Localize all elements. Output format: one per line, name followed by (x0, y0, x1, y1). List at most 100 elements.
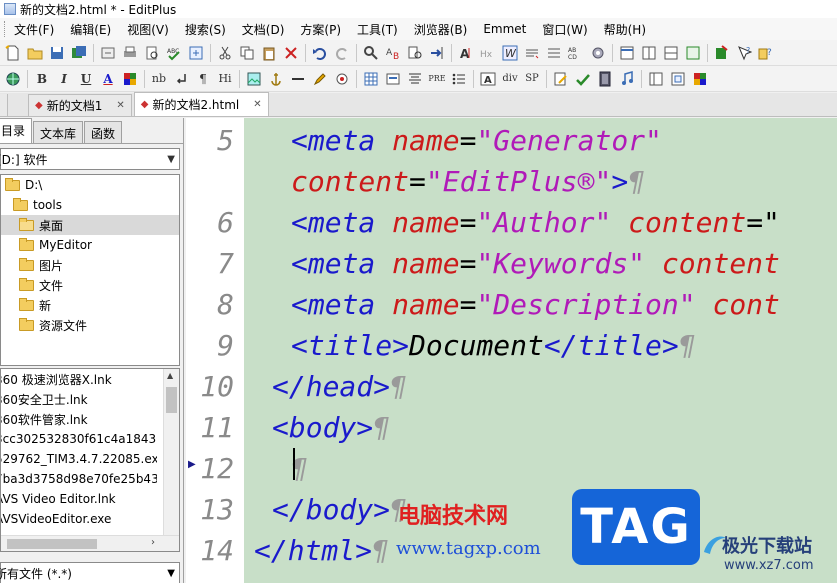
cliptext-icon[interactable] (711, 42, 733, 64)
code-line[interactable]: 6 <meta name="Author" content=" (186, 202, 837, 243)
code-line[interactable]: 12 ¶ (186, 448, 837, 489)
goto-line-icon[interactable] (426, 42, 448, 64)
save-all-icon[interactable] (68, 42, 90, 64)
list-item[interactable]: 529762_TIM3.4.7.22085.exe (1, 449, 157, 469)
tree-item[interactable]: 图片 (1, 255, 179, 275)
settings-icon[interactable] (587, 42, 609, 64)
menu-file[interactable]: 文件(F) (14, 19, 54, 40)
code-line[interactable]: 5 <meta name="Generator" (186, 120, 837, 161)
print-preview-icon[interactable] (141, 42, 163, 64)
tree-item[interactable]: 资源文件 (1, 315, 179, 335)
menu-document[interactable]: 文档(D) (242, 19, 285, 40)
window-split-icon[interactable] (660, 42, 682, 64)
tab-directory[interactable]: 目录 (0, 118, 33, 143)
horizontal-rule-icon[interactable] (287, 68, 309, 90)
find-in-files-icon[interactable] (404, 42, 426, 64)
media-icon[interactable] (594, 68, 616, 90)
tree-item[interactable]: 文件 (1, 275, 179, 295)
code-line[interactable]: content="EditPlus®">¶ (186, 161, 837, 202)
file-list-horizontal-scrollbar[interactable]: › (1, 535, 179, 551)
window-cascade-icon[interactable] (638, 42, 660, 64)
nbsp-button[interactable]: nb (148, 68, 170, 90)
find-icon[interactable] (360, 42, 382, 64)
span-button[interactable]: SP (521, 68, 543, 90)
menu-emmet[interactable]: Emmet (483, 20, 526, 38)
save-icon[interactable] (46, 42, 68, 64)
file-list-vertical-scrollbar[interactable]: ▲ (163, 369, 179, 537)
abcd-icon[interactable]: AB CD (565, 42, 587, 64)
list-item[interactable]: AVS Video Editor.lnk (1, 489, 157, 509)
user-tools-icon[interactable]: ? (755, 42, 777, 64)
tree-item[interactable]: 新 (1, 295, 179, 315)
tree-item[interactable]: D:\ (1, 175, 179, 195)
paragraph-button[interactable]: ¶ (192, 68, 214, 90)
menu-tools[interactable]: 工具(T) (357, 19, 398, 40)
scrollbar-thumb[interactable] (166, 387, 177, 413)
music-icon[interactable] (616, 68, 638, 90)
copy-icon[interactable] (236, 42, 258, 64)
menu-view[interactable]: 视图(V) (127, 19, 169, 40)
code-line[interactable]: 10 </head>¶ (186, 366, 837, 407)
color-palette-icon[interactable] (119, 68, 141, 90)
line-break-icon[interactable] (170, 68, 192, 90)
scroll-right-icon[interactable]: › (151, 537, 155, 548)
list-item[interactable]: 360安全卫士.lnk (1, 389, 157, 409)
color-picker-icon[interactable] (331, 68, 353, 90)
code-line[interactable]: 13 </body>¶ (186, 489, 837, 530)
list-item[interactable]: AVSVideoEditor.exe (1, 509, 157, 529)
drive-select[interactable]: [D:] 软件 ▼ (0, 148, 180, 170)
menu-edit[interactable]: 编辑(E) (70, 19, 111, 40)
list-item[interactable]: 3cc302532830f61c4a1843616 (1, 429, 157, 449)
spell-check-icon[interactable]: ABC (163, 42, 185, 64)
anchor-icon[interactable] (265, 68, 287, 90)
tree-item-selected[interactable]: 桌面 (1, 215, 179, 235)
word-wrap-icon[interactable]: W (499, 42, 521, 64)
replace-icon[interactable]: AB (382, 42, 404, 64)
font-color-button[interactable]: A (97, 68, 119, 90)
center-icon[interactable] (404, 68, 426, 90)
code-line[interactable]: 9 <title>Document</title>¶ (186, 325, 837, 366)
div-button[interactable]: div (499, 68, 521, 90)
redo-icon[interactable] (331, 42, 353, 64)
menu-search[interactable]: 搜索(S) (185, 19, 226, 40)
form-icon[interactable] (382, 68, 404, 90)
tree-item[interactable]: tools (1, 195, 179, 215)
font-icon[interactable]: A (455, 42, 477, 64)
window-tile-icon[interactable] (616, 42, 638, 64)
line-number-icon[interactable] (543, 42, 565, 64)
code-line[interactable]: 11 <body>¶ (186, 407, 837, 448)
heading-button[interactable]: Hi (214, 68, 236, 90)
open-folder-icon[interactable] (24, 42, 46, 64)
ftp-upload-icon[interactable] (97, 42, 119, 64)
file-filter-select[interactable]: 所有文件 (*.*) ▼ (0, 562, 180, 583)
close-icon[interactable]: ✕ (116, 100, 124, 111)
tab-scroll-left[interactable] (0, 94, 8, 116)
italic-button[interactable]: I (53, 68, 75, 90)
table-icon[interactable] (360, 68, 382, 90)
tree-item[interactable]: MyEditor (1, 235, 179, 255)
paste-icon[interactable] (258, 42, 280, 64)
text-format-icon[interactable]: A (477, 68, 499, 90)
menu-browser[interactable]: 浏览器(B) (414, 19, 468, 40)
frame-icon[interactable] (645, 68, 667, 90)
fullscreen-icon[interactable] (682, 42, 704, 64)
scrollbar-thumb[interactable] (7, 539, 97, 549)
code-line[interactable]: 7 <meta name="Keywords" content (186, 243, 837, 284)
print-icon[interactable] (119, 42, 141, 64)
tab-functions[interactable]: 函数 (84, 121, 123, 143)
scroll-up-icon[interactable]: ▲ (167, 371, 173, 380)
code-line[interactable]: 8 <meta name="Description" cont (186, 284, 837, 325)
list-item[interactable]: 360 极速浏览器X.lnk (1, 369, 157, 389)
list-item[interactable]: 360软件管家.lnk (1, 409, 157, 429)
iframe-icon[interactable] (667, 68, 689, 90)
help-context-icon[interactable]: ? (733, 42, 755, 64)
globe-icon[interactable] (2, 68, 24, 90)
menu-project[interactable]: 方案(P) (300, 19, 341, 40)
list-icon[interactable] (448, 68, 470, 90)
tab-document-2[interactable]: ◆ 新的文档2.html ✕ (133, 92, 269, 116)
underline-button[interactable]: U (75, 68, 97, 90)
bold-button[interactable]: B (31, 68, 53, 90)
code-editor[interactable]: 5 <meta name="Generator" content="EditPlus… (186, 118, 837, 583)
edit-html-icon[interactable] (550, 68, 572, 90)
cut-icon[interactable] (214, 42, 236, 64)
